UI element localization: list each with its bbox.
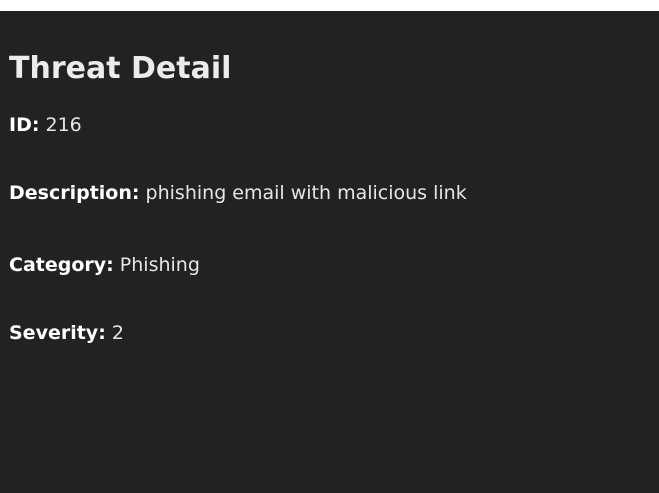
- field-category: Category: Phishing: [9, 252, 659, 278]
- field-id: ID: 216: [9, 112, 659, 138]
- field-description-label: Description:: [9, 182, 140, 204]
- field-description: Description: phishing email with malicio…: [9, 180, 659, 206]
- field-severity: Severity: 2: [9, 320, 659, 346]
- field-category-value: Phishing: [119, 254, 200, 276]
- threat-detail-panel: Threat Detail ID: 216 Description: phish…: [0, 11, 659, 493]
- field-id-label: ID:: [9, 114, 40, 136]
- page-title: Threat Detail: [9, 51, 232, 86]
- field-category-label: Category:: [9, 254, 114, 276]
- field-id-value: 216: [45, 114, 82, 136]
- field-severity-value: 2: [111, 322, 124, 344]
- field-severity-label: Severity:: [9, 322, 106, 344]
- field-description-value: phishing email with malicious link: [145, 182, 467, 204]
